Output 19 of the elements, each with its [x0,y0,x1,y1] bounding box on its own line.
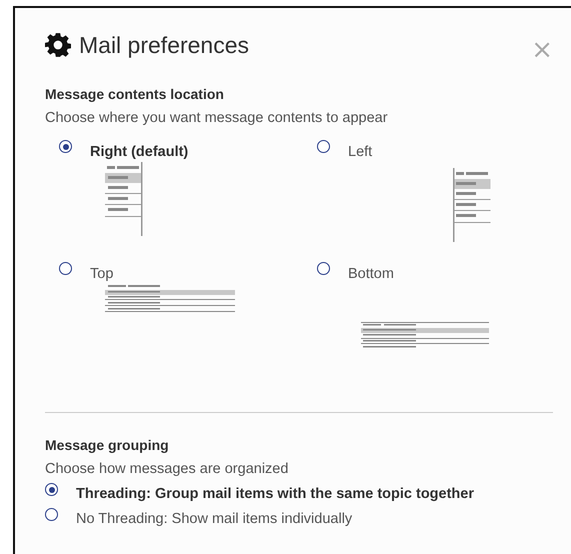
section-heading: Message grouping [45,437,170,453]
radio-button[interactable] [317,140,330,153]
section-heading: Message contents location [45,86,225,102]
radio-button[interactable] [45,508,58,521]
radio-button[interactable] [59,262,72,275]
section-description: Choose where you want message contents to appear [45,110,389,126]
close-button[interactable]: × [531,37,553,63]
settings-icon [45,32,71,58]
radio-button[interactable] [317,262,330,275]
option-label: Left [348,144,372,160]
radio-button[interactable] [45,483,58,496]
option-label: Top [90,266,114,282]
option-label: Right (default) [90,144,188,160]
dialog-title: Mail preferences [79,32,250,58]
option-label: No Threading: Show mail items individually [76,511,352,527]
option-label: Bottom [348,266,394,282]
radio-button[interactable] [59,140,72,153]
option-label: Threading: Group mail items with the same topic together [76,486,474,502]
section-description: Choose how messages are organized [45,461,290,477]
